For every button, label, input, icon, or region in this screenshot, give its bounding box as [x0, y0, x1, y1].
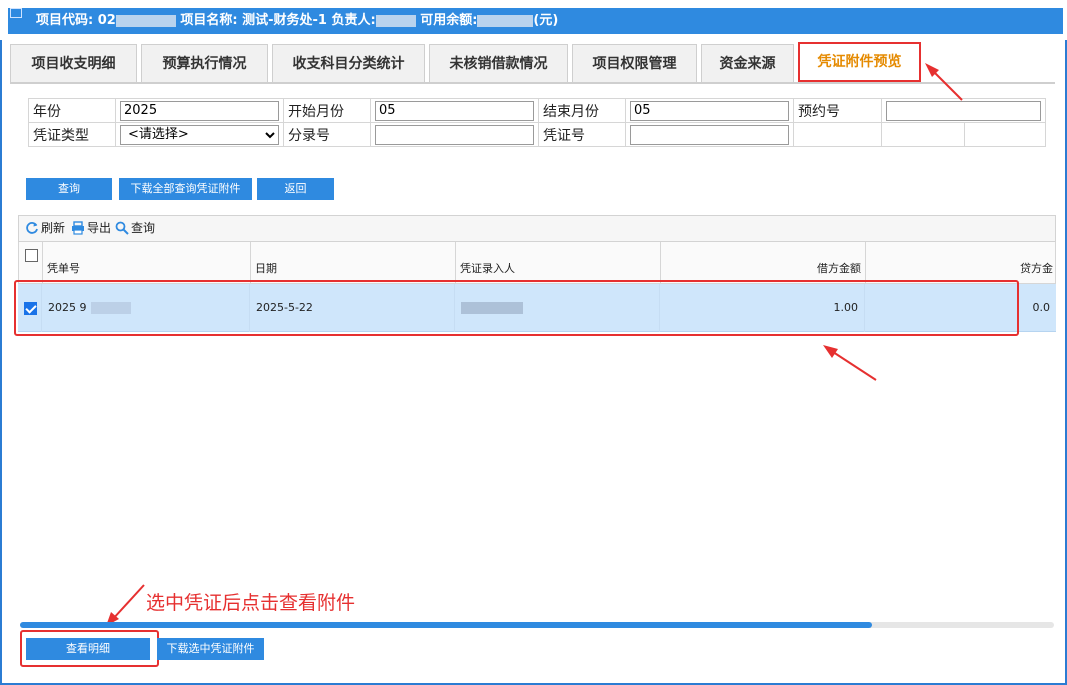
col-voucher-no[interactable]: 凭单号 — [43, 242, 251, 284]
tab-voucher-attachment-preview[interactable]: 凭证附件预览 — [798, 42, 921, 82]
end-month-cell — [625, 98, 794, 123]
reserve-no-input[interactable] — [886, 100, 1041, 121]
year-cell — [115, 98, 284, 123]
empty-cell — [964, 122, 1046, 147]
col-debit-amount[interactable]: 借方金额 — [661, 242, 866, 284]
reserve-no-label: 预约号 — [793, 98, 882, 123]
tab-label: 预算执行情况 — [162, 56, 247, 72]
annotation-hint-text: 选中凭证后点击查看附件 — [146, 592, 356, 614]
title-bar: 项目代码: 02 项目名称: 测试-财务处-1 负责人: 可用余额: (元) — [0, 0, 1067, 40]
tab-label: 项目权限管理 — [592, 56, 677, 72]
reserve-no-cell — [881, 98, 1046, 123]
grid-toolbar: 刷新 导出 查询 — [18, 215, 1056, 242]
filter-form: 年份 开始月份 结束月份 预约号 凭证类型 <请选择> 分录号 凭证号 — [28, 98, 1046, 147]
empty-cell — [793, 122, 882, 147]
select-all-cell — [19, 242, 43, 284]
search-button[interactable]: 查询 — [115, 216, 155, 241]
start-month-input[interactable] — [375, 100, 534, 121]
redacted-owner — [375, 14, 416, 27]
project-code-label: 项目代码: 02 — [36, 13, 116, 28]
tab-unverified-loans[interactable]: 未核销借款情况 — [429, 44, 568, 82]
download-all-attachments-button[interactable]: 下载全部查询凭证附件 — [119, 178, 252, 200]
redacted-code — [115, 14, 176, 27]
start-month-cell — [370, 98, 539, 123]
project-info-bar: 项目代码: 02 项目名称: 测试-财务处-1 负责人: 可用余额: (元) — [8, 8, 1063, 34]
col-credit-amount[interactable]: 贷方金 — [866, 242, 1057, 284]
window-icon — [10, 8, 22, 18]
redacted-balance — [477, 14, 534, 27]
horizontal-scrollbar-thumb[interactable] — [20, 622, 872, 628]
voucher-type-select[interactable]: <请选择> — [120, 124, 279, 145]
end-month-input[interactable] — [630, 100, 789, 121]
tab-income-expense-detail[interactable]: 项目收支明细 — [10, 44, 137, 82]
end-month-label: 结束月份 — [538, 98, 626, 123]
printer-icon — [72, 221, 84, 235]
back-button[interactable]: 返回 — [257, 178, 334, 200]
export-button[interactable]: 导出 — [71, 216, 111, 241]
start-month-label: 开始月份 — [283, 98, 371, 123]
tab-divider — [10, 82, 1055, 84]
tab-label: 资金来源 — [719, 56, 776, 72]
tab-permission-management[interactable]: 项目权限管理 — [572, 44, 697, 82]
voucher-type-label: 凭证类型 — [28, 122, 116, 147]
balance-label: 可用余额: — [420, 13, 478, 28]
entry-no-label: 分录号 — [283, 122, 371, 147]
voucher-no-cell — [625, 122, 794, 147]
tab-label: 未核销借款情况 — [449, 56, 548, 72]
voucher-no-input[interactable] — [630, 124, 789, 145]
entry-no-input[interactable] — [375, 124, 534, 145]
query-button[interactable]: 查询 — [26, 178, 112, 200]
balance-unit: (元) — [533, 13, 559, 28]
voucher-no-label: 凭证号 — [538, 122, 626, 147]
year-input[interactable] — [120, 100, 279, 121]
download-selected-attachments-button[interactable]: 下载选中凭证附件 — [157, 638, 264, 660]
year-label: 年份 — [28, 98, 116, 123]
refresh-label: 刷新 — [41, 221, 66, 235]
entry-no-cell — [370, 122, 539, 147]
tab-budget-execution[interactable]: 预算执行情况 — [141, 44, 268, 82]
empty-cell — [881, 122, 965, 147]
search-icon — [115, 221, 129, 235]
refresh-icon — [26, 222, 38, 234]
annotation-row-highlight — [14, 280, 1019, 336]
view-detail-button[interactable]: 查看明细 — [26, 638, 150, 660]
search-label: 查询 — [131, 221, 156, 235]
tab-subject-statistics[interactable]: 收支科目分类统计 — [272, 44, 425, 82]
project-name-label: 项目名称: 测试-财务处-1 负责人: — [180, 13, 376, 28]
select-all-checkbox[interactable] — [25, 248, 38, 262]
export-label: 导出 — [87, 221, 112, 235]
tab-label: 凭证附件预览 — [817, 54, 902, 70]
col-entered-by[interactable]: 凭证录入人 — [456, 242, 661, 284]
voucher-type-cell: <请选择> — [115, 122, 284, 147]
tab-label: 项目收支明细 — [31, 56, 116, 72]
refresh-button[interactable]: 刷新 — [25, 216, 65, 241]
grid-header: 凭单号 日期 凭证录入人 借方金额 贷方金 — [18, 242, 1056, 284]
col-date[interactable]: 日期 — [251, 242, 456, 284]
tab-fund-source[interactable]: 资金来源 — [701, 44, 794, 82]
tab-label: 收支科目分类统计 — [292, 56, 405, 72]
